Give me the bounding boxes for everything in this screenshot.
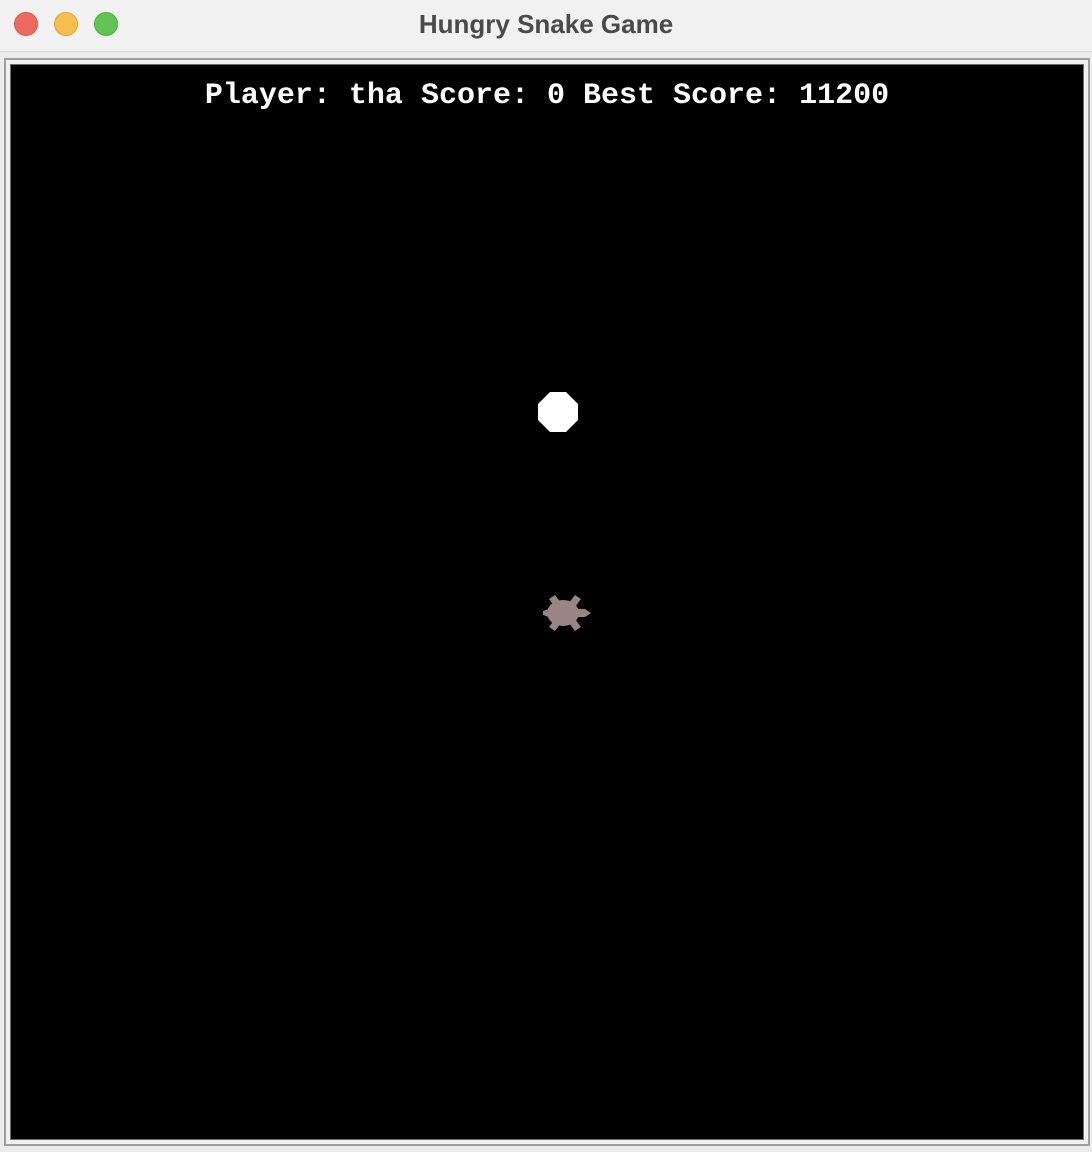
window-title: Hungry Snake Game [418, 9, 674, 39]
score-value: 0 [547, 79, 566, 113]
food-dot-icon [538, 392, 578, 432]
best-score-value: 11200 [799, 79, 890, 113]
best-score-label: Best Score: [583, 79, 782, 113]
title-bar[interactable]: Hungry Snake Game [0, 0, 1092, 52]
player-label: Player: [204, 79, 331, 113]
game-window: Hungry Snake Game Player: tha Score: 0 B… [0, 0, 1092, 1152]
player-name: tha [348, 79, 403, 113]
turtle-icon [543, 595, 591, 631]
game-canvas[interactable]: Player: tha Score: 0 Best Score: 11200 [10, 64, 1084, 1140]
canvas-frame: Player: tha Score: 0 Best Score: 11200 [4, 58, 1090, 1146]
score-label: Score: [420, 79, 529, 113]
score-display: Player: tha Score: 0 Best Score: 11200 [11, 79, 1083, 113]
